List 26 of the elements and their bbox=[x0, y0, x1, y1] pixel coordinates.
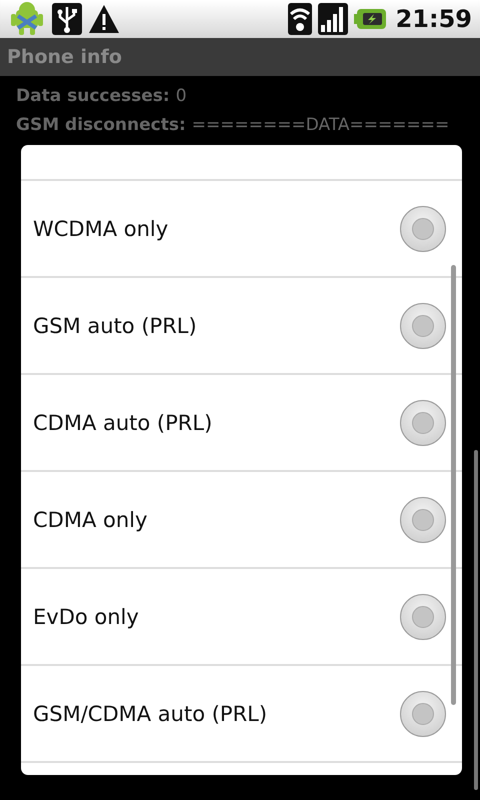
warning-icon bbox=[88, 4, 120, 34]
info-label: Data successes: bbox=[16, 85, 170, 108]
battery-icon bbox=[354, 9, 386, 29]
radio-button[interactable] bbox=[400, 594, 446, 640]
option-label: CDMA only bbox=[33, 508, 148, 532]
info-value: ========DATA======= bbox=[192, 114, 450, 137]
app-title: Phone info bbox=[7, 46, 122, 68]
option-label: GSM auto (PRL) bbox=[33, 314, 197, 338]
robot-icon bbox=[8, 2, 46, 36]
option-item[interactable]: GSM/CDMA auto (PRL) bbox=[21, 666, 462, 763]
option-label: EvDo only bbox=[33, 604, 139, 628]
wifi-icon bbox=[288, 3, 312, 35]
info-value: 0 bbox=[176, 85, 187, 108]
radio-button[interactable] bbox=[400, 690, 446, 736]
option-item[interactable]: WCDMA only bbox=[21, 181, 462, 278]
radio-button[interactable] bbox=[400, 302, 446, 348]
option-label: WCDMA only bbox=[33, 216, 168, 240]
info-label: GSM disconnects: bbox=[16, 114, 186, 137]
option-label: CDMA auto (PRL) bbox=[33, 410, 212, 434]
radio-button[interactable] bbox=[400, 206, 446, 252]
radio-button[interactable] bbox=[400, 400, 446, 446]
signal-icon bbox=[318, 3, 348, 35]
clock-time: 21:59 bbox=[396, 5, 472, 33]
option-label: GSM/CDMA auto (PRL) bbox=[33, 702, 268, 726]
usb-icon bbox=[52, 3, 82, 35]
radio-button[interactable] bbox=[400, 496, 446, 542]
